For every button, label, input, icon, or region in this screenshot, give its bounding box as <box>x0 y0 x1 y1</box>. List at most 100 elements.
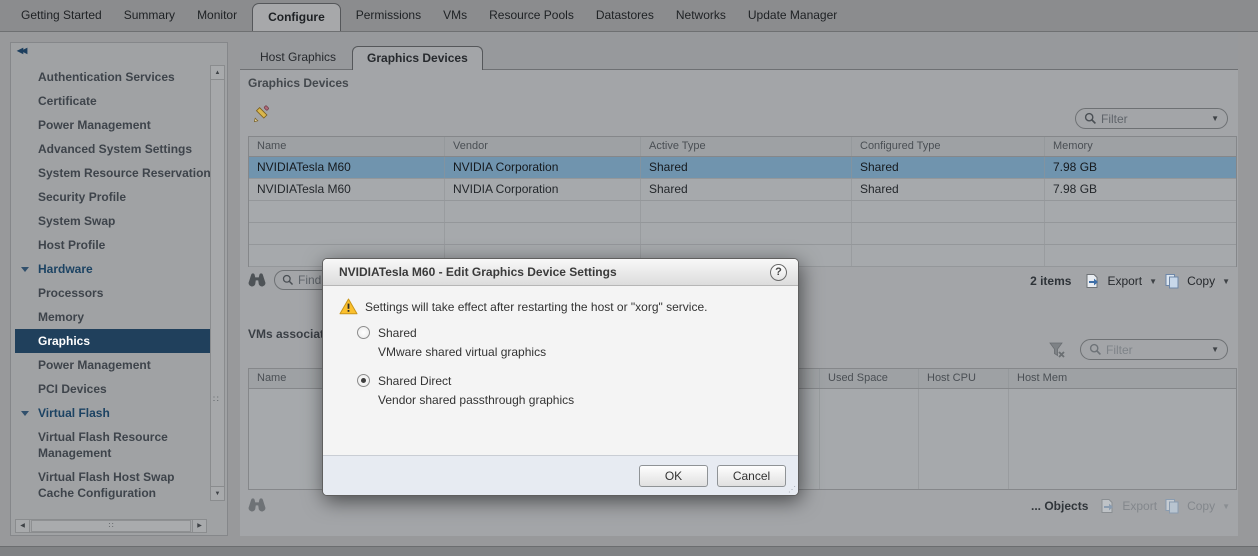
chevron-down-icon[interactable]: ▼ <box>1149 277 1157 286</box>
sidebar-item-power-management-2[interactable]: Power Management <box>15 353 212 377</box>
radio-shared-direct-label[interactable]: Shared Direct <box>378 374 451 388</box>
cell-configured-type: Shared <box>852 157 1045 178</box>
tab-networks[interactable]: Networks <box>665 0 737 31</box>
copy-button[interactable]: Copy <box>1187 274 1215 288</box>
graphics-devices-table: Name Vendor Active Type Configured Type … <box>248 136 1237 267</box>
subtab-host-graphics[interactable]: Host Graphics <box>248 46 348 69</box>
dialog-resize-grip[interactable]: ⋰ <box>788 485 796 494</box>
sidebar-item-processors[interactable]: Processors <box>15 281 212 305</box>
chevron-down-icon[interactable]: ▼ <box>1211 345 1219 354</box>
warning-icon <box>339 298 358 315</box>
cell-configured-type: Shared <box>852 179 1045 200</box>
scroll-down-icon[interactable]: ▼ <box>211 486 224 500</box>
scroll-left-icon[interactable]: ◀ <box>16 520 30 532</box>
table-row-empty <box>249 223 1236 245</box>
radio-shared[interactable] <box>357 326 370 339</box>
dialog-footer: OK Cancel <box>323 455 798 495</box>
tab-getting-started[interactable]: Getting Started <box>10 0 113 31</box>
sidebar-group-hardware[interactable]: Hardware <box>15 257 212 281</box>
dialog-title: NVIDIATesla M60 - Edit Graphics Device S… <box>323 259 798 286</box>
column-header-active-type[interactable]: Active Type <box>641 137 852 156</box>
sidebar-item-host-profile[interactable]: Host Profile <box>15 233 212 257</box>
tab-datastores[interactable]: Datastores <box>585 0 665 31</box>
sidebar-item-system-resource-reservation[interactable]: System Resource Reservation <box>15 161 212 185</box>
radio-shared-description: VMware shared virtual graphics <box>378 345 546 359</box>
sidebar-item-system-swap[interactable]: System Swap <box>15 209 212 233</box>
sidebar-group-virtual-flash[interactable]: Virtual Flash <box>15 401 212 425</box>
column-header-host-cpu[interactable]: Host CPU <box>919 369 1009 388</box>
tab-resource-pools[interactable]: Resource Pools <box>478 0 585 31</box>
clear-filter-icon[interactable] <box>1048 341 1066 359</box>
cell-active-type: Shared <box>641 179 852 200</box>
column-header-name[interactable]: Name <box>249 137 445 156</box>
tab-vms[interactable]: VMs <box>432 0 478 31</box>
cell-name: NVIDIATesla M60 <box>249 157 445 178</box>
sidebar-item-certificate[interactable]: Certificate <box>15 89 212 113</box>
copy-icon[interactable] <box>1164 498 1180 514</box>
top-tab-bar: Getting Started Summary Monitor Configur… <box>0 0 1258 32</box>
tab-permissions[interactable]: Permissions <box>345 0 432 31</box>
chevron-down-icon[interactable]: ▼ <box>1222 277 1230 286</box>
vms-filter-box[interactable]: ▼ <box>1080 339 1228 360</box>
chevron-down-icon[interactable]: ▼ <box>1211 114 1219 123</box>
column-header-memory[interactable]: Memory <box>1045 137 1236 156</box>
sidebar-item-security-profile[interactable]: Security Profile <box>15 185 212 209</box>
table-row[interactable]: NVIDIATesla M60 NVIDIA Corporation Share… <box>249 179 1236 201</box>
scrollbar-thumb[interactable] <box>211 80 224 486</box>
radio-shared-label[interactable]: Shared <box>378 326 417 340</box>
column-header-configured-type[interactable]: Configured Type <box>852 137 1045 156</box>
tab-update-manager[interactable]: Update Manager <box>737 0 848 31</box>
column-header-vendor[interactable]: Vendor <box>445 137 641 156</box>
export-button[interactable]: Export <box>1107 274 1142 288</box>
copy-icon[interactable] <box>1164 273 1180 289</box>
graphics-subtabs: Host Graphics Graphics Devices <box>240 46 1238 70</box>
sidebar-collapse-icon[interactable]: ◀◀ <box>17 46 25 55</box>
help-icon[interactable]: ? <box>770 264 787 281</box>
devices-filter-input[interactable] <box>1101 112 1207 126</box>
edit-pencil-icon[interactable] <box>252 104 272 124</box>
sidebar-item-memory[interactable]: Memory <box>15 305 212 329</box>
sidebar-horizontal-scrollbar[interactable]: ◀ ∷ ▶ <box>15 519 207 533</box>
radio-shared-direct-description: Vendor shared passthrough graphics <box>378 393 574 407</box>
sidebar-item-power-management[interactable]: Power Management <box>15 113 212 137</box>
scroll-up-icon[interactable]: ▲ <box>211 66 224 80</box>
sidebar-item-advanced-system-settings[interactable]: Advanced System Settings <box>15 137 212 161</box>
sidebar-item-virtual-flash-resource-management[interactable]: Virtual Flash Resource Management <box>15 425 212 465</box>
sidebar-item-pci-devices[interactable]: PCI Devices <box>15 377 212 401</box>
export-button[interactable]: Export <box>1122 499 1157 513</box>
cancel-button[interactable]: Cancel <box>717 465 786 487</box>
copy-button[interactable]: Copy <box>1187 499 1215 513</box>
column-header-host-mem[interactable]: Host Mem <box>1009 369 1236 388</box>
chevron-down-icon[interactable]: ▼ <box>1222 502 1230 511</box>
search-icon <box>1089 343 1102 356</box>
ok-button[interactable]: OK <box>639 465 708 487</box>
sidebar-vertical-scrollbar[interactable]: ▲ ∷ ▼ <box>210 65 225 501</box>
tab-summary[interactable]: Summary <box>113 0 186 31</box>
export-icon[interactable] <box>1084 273 1100 289</box>
sidebar-item-graphics[interactable]: Graphics <box>15 329 212 353</box>
window-bottom-edge <box>0 546 1258 556</box>
vms-table-toolbar: ... Objects Export Copy ▼ <box>248 494 1230 518</box>
cell-name: NVIDIATesla M60 <box>249 179 445 200</box>
table-row[interactable]: NVIDIATesla M60 NVIDIA Corporation Share… <box>249 157 1236 179</box>
devices-filter-box[interactable]: ▼ <box>1075 108 1228 129</box>
find-binoculars-icon[interactable] <box>248 497 266 512</box>
subtab-graphics-devices[interactable]: Graphics Devices <box>352 46 483 70</box>
sidebar-item-virtual-flash-host-swap-cache[interactable]: Virtual Flash Host Swap Cache Configurat… <box>15 465 212 505</box>
column-header-used-space[interactable]: Used Space <box>820 369 919 388</box>
dialog-warning-text: Settings will take effect after restarti… <box>365 300 707 314</box>
find-binoculars-icon[interactable] <box>248 272 266 287</box>
vms-filter-input[interactable] <box>1106 343 1207 357</box>
vsphere-configure-screen: Getting Started Summary Monitor Configur… <box>0 0 1258 556</box>
export-icon[interactable] <box>1099 498 1115 514</box>
scrollbar-thumb[interactable]: ∷ <box>31 520 191 532</box>
sidebar-group-label: Virtual Flash <box>38 406 110 420</box>
scroll-right-icon[interactable]: ▶ <box>192 520 206 532</box>
sidebar-item-authentication-services[interactable]: Authentication Services <box>15 65 212 89</box>
dialog-body: Settings will take effect after restarti… <box>323 286 798 455</box>
tab-monitor[interactable]: Monitor <box>186 0 248 31</box>
search-icon <box>1084 112 1097 125</box>
radio-shared-direct[interactable] <box>357 374 370 387</box>
tab-configure[interactable]: Configure <box>252 3 341 31</box>
chevron-down-icon <box>21 267 29 272</box>
